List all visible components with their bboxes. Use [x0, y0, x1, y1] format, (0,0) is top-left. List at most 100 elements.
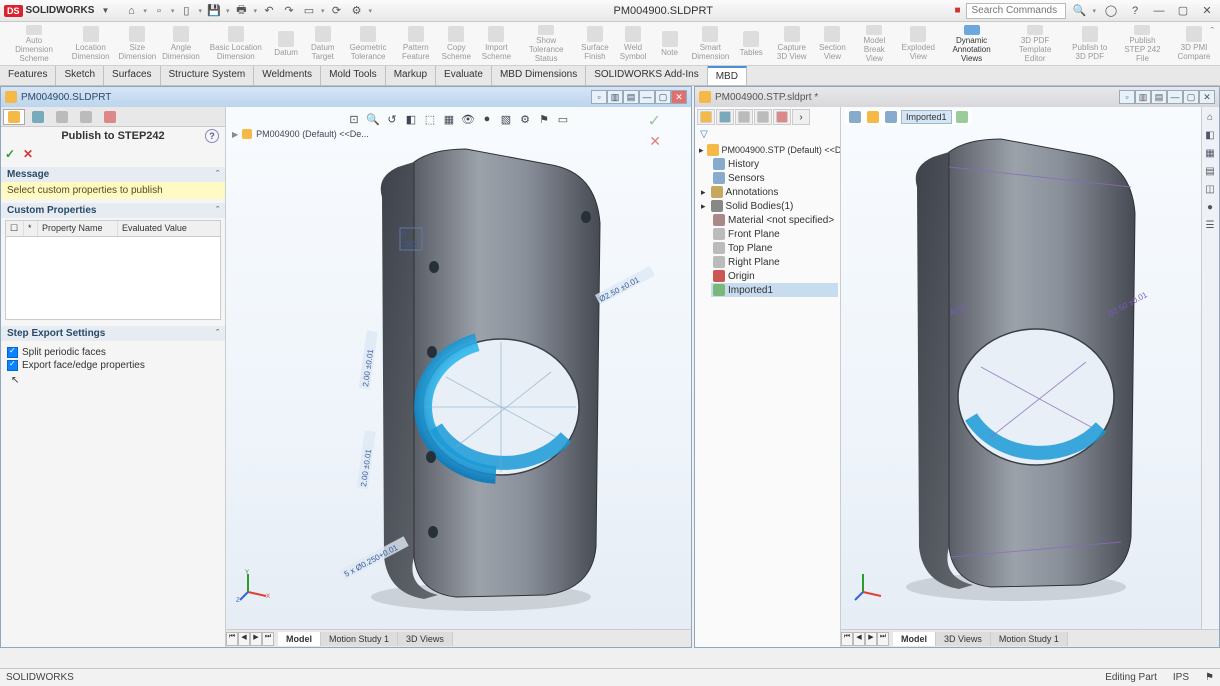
custom-properties-header[interactable]: Custom Properties ˆ — [1, 203, 225, 218]
tree-item-top-plane[interactable]: Top Plane — [711, 241, 838, 255]
ribbon-collapse-icon[interactable]: ˆ — [1210, 26, 1214, 38]
undo-icon[interactable]: ↶ — [261, 3, 277, 19]
scroll-next-icon[interactable]: ▶ — [250, 632, 262, 646]
doc-close-button[interactable]: ✕ — [671, 90, 687, 104]
view-orientation-icon[interactable]: ⬚ — [422, 111, 438, 127]
close-button[interactable]: ✕ — [1198, 3, 1216, 19]
tree-root[interactable]: ▸ PM004900.STP (Default) <<Default>_D — [697, 143, 838, 157]
ribbon-tables[interactable]: Tables — [734, 24, 768, 64]
doc-minimize-button[interactable]: — — [1167, 90, 1183, 104]
search-commands-input[interactable] — [966, 3, 1066, 19]
previous-view-icon[interactable]: ↺ — [384, 111, 400, 127]
tree-item-annotations[interactable]: ▸Annotations — [711, 185, 838, 199]
ribbon-dynamic-annotation-views[interactable]: Dynamic Annotation Views — [940, 24, 1004, 64]
3d-views-tab[interactable]: 3D Views — [936, 632, 991, 646]
ribbon-datum[interactable]: Datum — [269, 24, 303, 64]
export-settings-header[interactable]: Step Export Settings ˆ — [1, 326, 225, 341]
ribbon-auto-dimension-scheme[interactable]: Auto Dimension Scheme — [4, 24, 64, 64]
redo-icon[interactable]: ↷ — [281, 3, 297, 19]
select-icon[interactable]: ▭ — [301, 3, 317, 19]
appearances-icon[interactable]: ● — [1202, 199, 1218, 215]
tab-solidworks-add-ins[interactable]: SOLIDWORKS Add-Ins — [586, 66, 707, 85]
scroll-last-icon[interactable]: ⏭ — [262, 632, 274, 646]
tab-mold-tools[interactable]: Mold Tools — [321, 66, 386, 85]
part-model[interactable]: Ø2.50 ±0.01 2.00 ±0.01 2.00 ±0.01 5 x Ø0… — [306, 127, 666, 620]
ribbon-capture-3d-view[interactable]: Capture 3D View — [770, 24, 813, 64]
logo-dropdown[interactable]: ▼ — [97, 3, 113, 19]
tree-item-right-plane[interactable]: Right Plane — [711, 255, 838, 269]
zoom-fit-icon[interactable]: ⊡ — [346, 111, 362, 127]
expand-icon[interactable]: ▸ — [701, 201, 706, 212]
configuration-manager-tab[interactable] — [735, 109, 753, 125]
tab-markup[interactable]: Markup — [386, 66, 436, 85]
ribbon-copy-scheme[interactable]: Copy Scheme — [438, 24, 475, 64]
custom-properties-icon[interactable]: ☰ — [1202, 217, 1218, 233]
viewport-split-v-icon[interactable]: ▤ — [623, 90, 639, 104]
zoom-area-icon[interactable]: 🔍 — [365, 111, 381, 127]
tab-sketch[interactable]: Sketch — [56, 66, 104, 85]
help-icon[interactable]: ? — [1126, 3, 1144, 19]
file-explorer-icon[interactable]: ▤ — [1202, 163, 1218, 179]
export-face-edge-properties-option[interactable]: Export face/edge properties — [7, 360, 219, 371]
3d-views-tab[interactable]: 3D Views — [398, 632, 453, 646]
ribbon-geometric-tolerance[interactable]: Geometric Tolerance — [342, 24, 393, 64]
ribbon-location-dimension[interactable]: Location Dimension — [66, 24, 115, 64]
motion-study-tab[interactable]: Motion Study 1 — [321, 632, 398, 646]
tab-surfaces[interactable]: Surfaces — [104, 66, 160, 85]
doc-close-button[interactable]: ✕ — [1199, 90, 1215, 104]
design-library-icon[interactable]: ▦ — [1202, 145, 1218, 161]
doc-maximize-button[interactable]: ▢ — [655, 90, 671, 104]
display-style-icon[interactable]: ▦ — [441, 111, 457, 127]
tree-item-material-not-specified-[interactable]: Material <not specified> — [711, 213, 838, 227]
tree-item-solid-bodies-1-[interactable]: ▸Solid Bodies(1) — [711, 199, 838, 213]
search-icon[interactable]: 🔍 — [1072, 4, 1086, 18]
save-icon[interactable]: 💾 — [206, 3, 222, 19]
motion-study-tab[interactable]: Motion Study 1 — [991, 632, 1068, 646]
tree-item-history[interactable]: History — [711, 157, 838, 171]
open-icon[interactable]: ▯ — [178, 3, 194, 19]
part-model[interactable]: Ø2.50 ±0.01 ANN — [851, 117, 1191, 610]
tree-item-origin[interactable]: Origin — [711, 269, 838, 283]
ribbon-surface-finish[interactable]: Surface Finish — [576, 24, 613, 64]
viewport-single-icon[interactable]: ▫ — [591, 90, 607, 104]
minimize-button[interactable]: — — [1150, 3, 1168, 19]
tab-mbd[interactable]: MBD — [708, 66, 747, 85]
hide-show-icon[interactable]: 👁 — [460, 111, 476, 127]
viewport-right[interactable]: Imported1 — [841, 107, 1219, 647]
ribbon-publish-to-3d-pdf[interactable]: Publish to 3D PDF — [1067, 24, 1113, 64]
maximize-button[interactable]: ▢ — [1174, 3, 1192, 19]
checkbox-column[interactable]: ☐ — [6, 221, 24, 236]
feature-manager-tab[interactable] — [3, 109, 25, 125]
scroll-prev-icon[interactable]: ◀ — [238, 632, 250, 646]
doc-maximize-button[interactable]: ▢ — [1183, 90, 1199, 104]
tree-item-imported1[interactable]: Imported1 — [711, 283, 838, 297]
doc-minimize-button[interactable]: — — [639, 90, 655, 104]
home-icon[interactable]: ⌂ — [123, 3, 139, 19]
ribbon-model-break-view[interactable]: Model Break View — [852, 24, 898, 64]
split-periodic-faces-option[interactable]: Split periodic faces — [7, 347, 219, 358]
view-settings-icon[interactable]: ⚙ — [517, 111, 533, 127]
breadcrumb-arrow-icon[interactable]: ▶ — [232, 130, 238, 139]
ribbon-angle-dimension[interactable]: Angle Dimension — [159, 24, 202, 64]
section-view-icon[interactable]: ◧ — [403, 111, 419, 127]
ribbon-publish-step-242-file[interactable]: Publish STEP 242 File — [1115, 24, 1170, 64]
screen-capture-icon[interactable]: ▭ — [555, 111, 571, 127]
property-manager-tab[interactable] — [716, 109, 734, 125]
ok-button[interactable]: ✓ — [5, 147, 19, 161]
checkbox-checked-icon[interactable] — [7, 360, 18, 371]
view-triad[interactable]: Y X Z — [236, 568, 272, 607]
expand-icon[interactable]: ▸ — [699, 145, 704, 156]
home-task-icon[interactable]: ⌂ — [1202, 109, 1218, 125]
tab-evaluate[interactable]: Evaluate — [436, 66, 492, 85]
more-tabs-icon[interactable]: › — [792, 109, 810, 125]
view-triad[interactable] — [851, 568, 887, 607]
user-icon[interactable]: ◯ — [1102, 3, 1120, 19]
scroll-first-icon[interactable]: ⏮ — [841, 632, 853, 646]
viewport-split-v-icon[interactable]: ▤ — [1151, 90, 1167, 104]
checkbox-checked-icon[interactable] — [7, 347, 18, 358]
viewport-left[interactable]: ⊡ 🔍 ↺ ◧ ⬚ ▦ 👁 ● ▧ ⚙ ⚑ ▭ ✓ ✕ ▶ — [226, 107, 691, 647]
view-palette-icon[interactable]: ◫ — [1202, 181, 1218, 197]
tab-weldments[interactable]: Weldments — [254, 66, 321, 85]
status-flag-icon[interactable]: ⚑ — [1205, 672, 1214, 683]
tab-structure-system[interactable]: Structure System — [161, 66, 255, 85]
